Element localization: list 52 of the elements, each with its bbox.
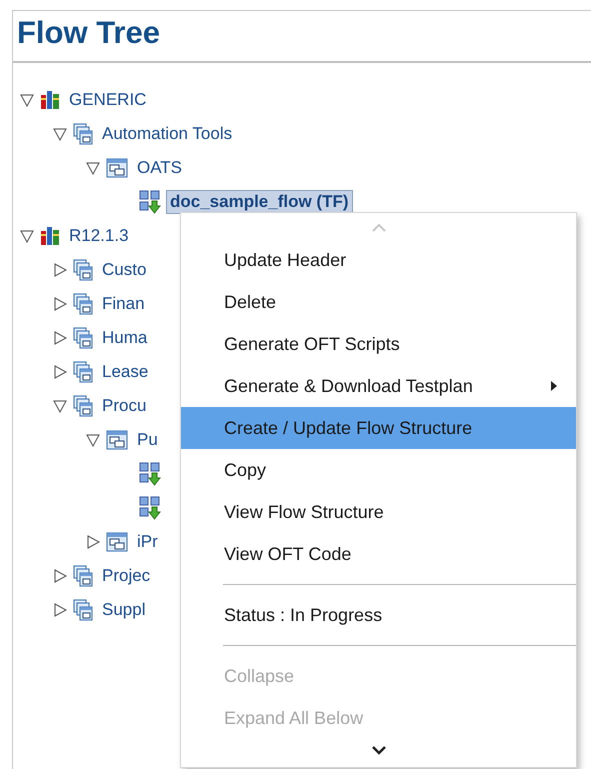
collapsed-triangle-icon[interactable]	[53, 603, 67, 617]
collapsed-triangle-icon[interactable]	[53, 297, 67, 311]
tree-node-label[interactable]: Lease	[98, 360, 152, 384]
tree-node-label[interactable]: Automation Tools	[98, 122, 236, 146]
tree-node-label[interactable]: iPr	[133, 530, 162, 554]
expanded-triangle-icon[interactable]	[20, 93, 34, 107]
collapsed-triangle-icon[interactable]	[53, 365, 67, 379]
window-icon	[106, 532, 128, 552]
tree-node-label[interactable]: Projec	[98, 564, 154, 588]
tree-node-label[interactable]: Suppl	[98, 598, 150, 622]
tree-node-label[interactable]: Huma	[98, 326, 152, 350]
menu-item[interactable]: Create / Update Flow Structure	[181, 407, 576, 449]
window-stack-icon	[73, 123, 93, 145]
flow-diagram-icon	[139, 190, 161, 214]
expanded-triangle-icon[interactable]	[53, 127, 67, 141]
collapsed-triangle-icon[interactable]	[86, 535, 100, 549]
collapsed-triangle-icon[interactable]	[53, 263, 67, 277]
menu-item[interactable]: View Flow Structure	[181, 491, 576, 533]
tree-node-label[interactable]: Pu	[133, 428, 162, 452]
tree-node-label[interactable]: Custo	[98, 258, 150, 282]
window-stack-icon	[73, 599, 93, 621]
menu-item[interactable]: View OFT Code	[181, 533, 576, 575]
tree-node-label[interactable]: OATS	[133, 156, 186, 180]
tree-node-label[interactable]: Procu	[98, 394, 150, 418]
window-stack-icon	[73, 259, 93, 281]
tree-node-label[interactable]: GENERIC	[65, 88, 150, 112]
expanded-triangle-icon[interactable]	[86, 433, 100, 447]
window-stack-icon	[73, 395, 93, 417]
tree-node-label[interactable]: Finan	[98, 292, 149, 316]
window-icon	[106, 430, 128, 450]
scroll-down-chevron-icon[interactable]	[370, 745, 386, 755]
menu-item[interactable]: Copy	[181, 449, 576, 491]
collapsed-triangle-icon[interactable]	[53, 331, 67, 345]
expanded-triangle-icon[interactable]	[53, 399, 67, 413]
expanded-triangle-icon[interactable]	[86, 161, 100, 175]
menu-item[interactable]: Update Header	[181, 239, 576, 281]
menu-item[interactable]: Generate & Download Testplan	[181, 365, 576, 407]
books-icon	[40, 226, 60, 246]
window-stack-icon	[73, 565, 93, 587]
collapsed-triangle-icon[interactable]	[53, 569, 67, 583]
menu-item[interactable]: Generate OFT Scripts	[181, 323, 576, 365]
window-icon	[106, 158, 128, 178]
panel-title: Flow Tree	[17, 15, 160, 51]
window-stack-icon	[73, 327, 93, 349]
tree-node-label[interactable]: R12.1.3	[65, 224, 133, 248]
books-icon	[40, 90, 60, 110]
tree-node-label[interactable]: doc_sample_flow (TF)	[166, 190, 353, 214]
window-stack-icon	[73, 361, 93, 383]
window-stack-icon	[73, 293, 93, 315]
menu-item[interactable]: Delete	[181, 281, 576, 323]
menu-item[interactable]: Status : In Progress	[181, 594, 576, 636]
expanded-triangle-icon[interactable]	[20, 229, 34, 243]
